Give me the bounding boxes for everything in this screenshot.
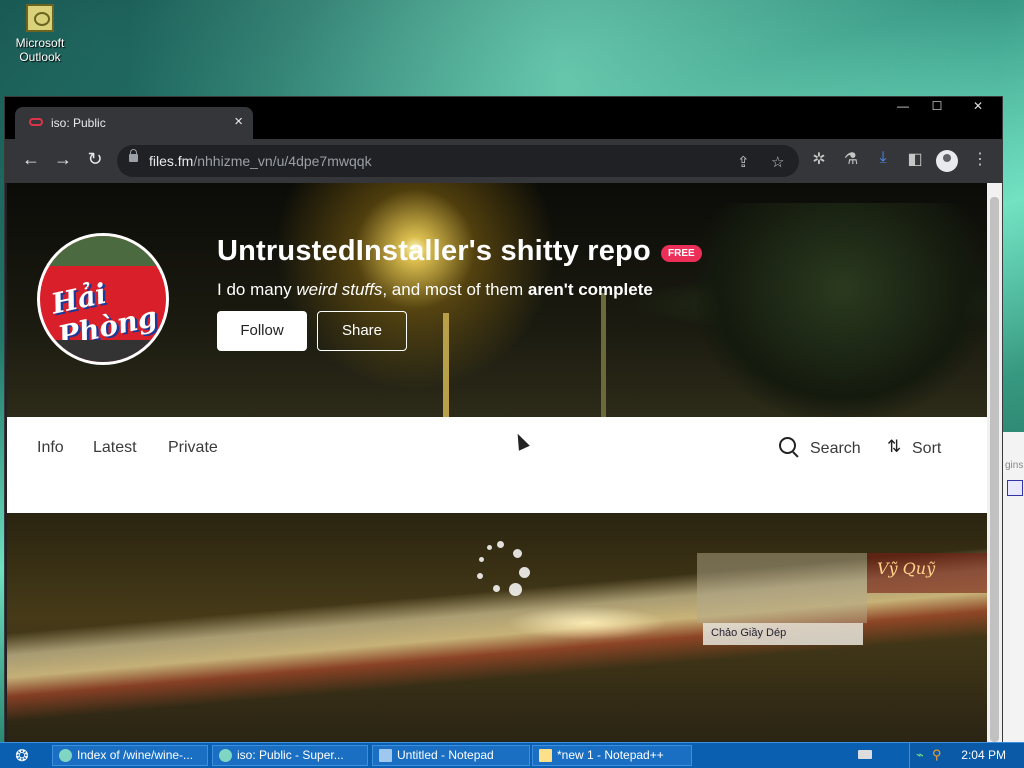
system-tray: ⌁ ⚲ 2:04 PM xyxy=(858,743,1024,768)
browser-app-icon xyxy=(59,749,72,762)
repo-description: I do many weird stuffs, and most of them… xyxy=(217,280,653,299)
plan-badge: FREE xyxy=(661,245,702,262)
profile-avatar-icon[interactable] xyxy=(936,150,958,172)
lock-icon[interactable] xyxy=(129,149,138,162)
back-arrow-icon[interactable]: ← xyxy=(19,149,43,170)
taskbar-item-notepad[interactable]: Untitled - Notepad xyxy=(372,745,530,766)
tab-private[interactable]: Private xyxy=(168,439,218,457)
download-icon[interactable]: ⤓ xyxy=(872,149,894,167)
maximize-button[interactable]: ☐ xyxy=(920,97,954,115)
notepad-icon xyxy=(379,749,392,762)
page-scrollbar[interactable] xyxy=(987,183,1002,742)
profile-picture[interactable]: Hải Phòng xyxy=(37,233,169,365)
share-page-icon[interactable]: ⇪ xyxy=(737,153,750,171)
tab-close-icon[interactable]: × xyxy=(234,113,243,130)
labs-flask-icon[interactable]: ⚗ xyxy=(840,149,862,169)
share-button[interactable]: Share xyxy=(317,311,407,351)
network-icon[interactable]: ⌁ xyxy=(916,747,924,763)
desktop-icon-outlook[interactable]: Microsoft Outlook xyxy=(10,4,70,64)
desktop-icon-label-line1: Microsoft xyxy=(15,36,65,50)
url-text[interactable]: files.fm/nhhizme_vn/u/4dpe7mwqqk xyxy=(149,153,372,169)
browser-app-icon xyxy=(219,749,232,762)
repo-header-banner: Hải Phòng UntrustedInstaller's shitty re… xyxy=(7,183,987,417)
address-bar[interactable]: files.fm/nhhizme_vn/u/4dpe7mwqqk ⇪ ☆ xyxy=(117,145,799,177)
browser-window: — ☐ ✕ iso: Public × ← → ↻ files.fm/nhhiz… xyxy=(4,96,1003,743)
close-window-button[interactable]: ✕ xyxy=(954,97,1002,115)
shop-sign-red: Vỹ Quỹ xyxy=(867,553,987,593)
taskbar: ❂ Index of /wine/wine-... iso: Public - … xyxy=(0,742,1024,768)
sort-button-label[interactable]: Sort xyxy=(912,440,941,458)
reload-icon[interactable]: ↻ xyxy=(83,149,107,170)
clock[interactable]: 2:04 PM xyxy=(961,748,1006,762)
tab-title: iso: Public xyxy=(51,116,106,130)
start-menu-icon[interactable]: ❂ xyxy=(10,746,34,766)
mouse-cursor-icon xyxy=(512,431,530,451)
repo-title: UntrustedInstaller's shitty repo xyxy=(217,235,651,267)
tab-latest[interactable]: Latest xyxy=(93,439,137,457)
background-window-text: gins xyxy=(1005,460,1024,471)
follow-button[interactable]: Follow xyxy=(217,311,307,351)
search-icon[interactable] xyxy=(779,437,796,454)
notepadpp-icon xyxy=(539,749,552,762)
shop-sign-text: Chảo Giầy Dép xyxy=(703,623,863,645)
taskbar-item-index[interactable]: Index of /wine/wine-... xyxy=(52,745,208,766)
minimize-button[interactable]: — xyxy=(886,97,920,115)
page-viewport: Hải Phòng UntrustedInstaller's shitty re… xyxy=(7,183,987,742)
keyboard-icon[interactable] xyxy=(858,750,872,759)
taskbar-item-iso-public[interactable]: iso: Public - Super... xyxy=(212,745,368,766)
bookmark-star-icon[interactable]: ☆ xyxy=(771,153,784,171)
files-fm-favicon-icon xyxy=(29,118,43,126)
background-window[interactable]: gins xyxy=(1000,432,1024,742)
search-tray-icon[interactable]: ⚲ xyxy=(932,747,942,763)
scrollbar-thumb[interactable] xyxy=(990,197,999,742)
loading-spinner-icon xyxy=(469,541,530,601)
menu-kebab-icon[interactable]: ⋮ xyxy=(969,149,991,169)
browser-toolbar: ← → ↻ files.fm/nhhizme_vn/u/4dpe7mwqqk ⇪… xyxy=(5,139,1002,183)
indent-icon[interactable] xyxy=(1007,480,1023,496)
extensions-puzzle-icon[interactable]: ✲ xyxy=(808,149,830,169)
side-panel-icon[interactable]: ◧ xyxy=(904,149,926,169)
sort-icon[interactable]: ⇅ xyxy=(887,437,901,457)
browser-titlebar: — ☐ ✕ iso: Public × xyxy=(5,97,1002,139)
forward-arrow-icon[interactable]: → xyxy=(51,149,75,170)
tab-info[interactable]: Info xyxy=(37,439,64,457)
desktop-icon-label-line2: Outlook xyxy=(19,50,61,64)
taskbar-item-notepadpp[interactable]: *new 1 - Notepad++ xyxy=(532,745,692,766)
content-preview-image[interactable]: Chảo Giầy Dép Vỹ Quỹ xyxy=(7,513,987,742)
browser-tab[interactable]: iso: Public × xyxy=(15,107,253,139)
outlook-icon xyxy=(26,4,54,32)
search-button-label[interactable]: Search xyxy=(810,440,861,458)
repo-tabs-bar: Info Latest Private Search ⇅ Sort xyxy=(7,417,987,513)
